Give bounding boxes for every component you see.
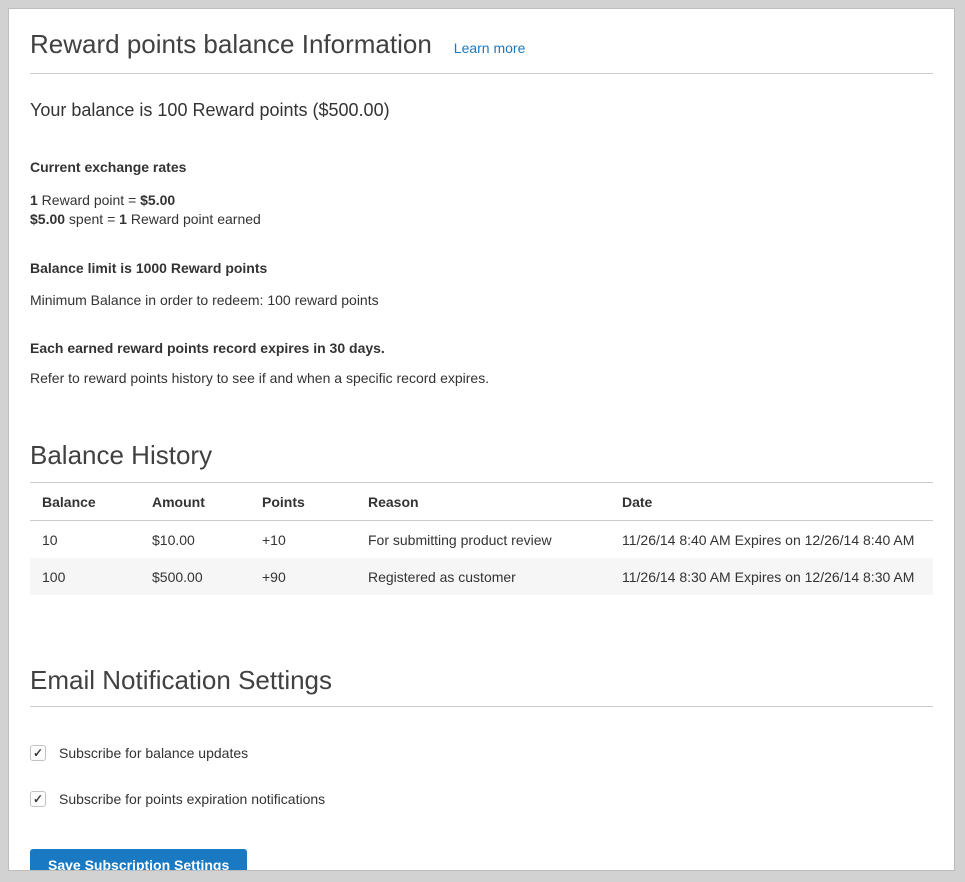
table-header-row: Balance Amount Points Reason Date — [30, 483, 933, 521]
subscribe-expiration-label: Subscribe for points expiration notifica… — [59, 791, 325, 807]
reward-info-card: Reward points balance Information Learn … — [8, 8, 955, 871]
cell-amount: $500.00 — [140, 558, 250, 595]
page-header: Reward points balance Information Learn … — [30, 9, 933, 74]
balance-history-table: Balance Amount Points Reason Date 10 $10… — [30, 482, 933, 595]
balance-history-title: Balance History — [30, 440, 933, 471]
rate2-suffix: Reward point earned — [127, 211, 261, 227]
cell-points: +10 — [250, 521, 356, 559]
cell-points: +90 — [250, 558, 356, 595]
table-row: 10 $10.00 +10 For submitting product rev… — [30, 521, 933, 559]
expiration-note-text: Refer to reward points history to see if… — [30, 370, 933, 386]
cell-balance: 10 — [30, 521, 140, 559]
exchange-rate-line-2: $5.00 spent = 1 Reward point earned — [30, 210, 933, 229]
column-header-amount: Amount — [140, 483, 250, 521]
table-row: 100 $500.00 +90 Registered as customer 1… — [30, 558, 933, 595]
cell-reason: Registered as customer — [356, 558, 610, 595]
checkmark-icon: ✓ — [33, 793, 43, 805]
email-settings-header: Email Notification Settings — [30, 665, 933, 707]
save-subscription-settings-button[interactable]: Save Subscription Settings — [30, 849, 247, 871]
cell-reason: For submitting product review — [356, 521, 610, 559]
checkbox-checked-icon[interactable]: ✓ — [30, 745, 46, 761]
rate1-text: Reward point = — [38, 192, 140, 208]
column-header-reason: Reason — [356, 483, 610, 521]
exchange-rate-lines: 1 Reward point = $5.00 $5.00 spent = 1 R… — [30, 191, 933, 229]
column-header-balance: Balance — [30, 483, 140, 521]
column-header-points: Points — [250, 483, 356, 521]
subscribe-balance-label: Subscribe for balance updates — [59, 745, 248, 761]
balance-limit-text: Balance limit is 1000 Reward points — [30, 260, 933, 276]
cell-balance: 100 — [30, 558, 140, 595]
cell-date: 11/26/14 8:40 AM Expires on 12/26/14 8:4… — [610, 521, 933, 559]
min-balance-text: Minimum Balance in order to redeem: 100 … — [30, 292, 933, 308]
subscribe-balance-option[interactable]: ✓ Subscribe for balance updates — [30, 745, 933, 761]
rate1-points: 1 — [30, 192, 38, 208]
cell-amount: $10.00 — [140, 521, 250, 559]
rate1-value: $5.00 — [140, 192, 175, 208]
exchange-rate-line-1: 1 Reward point = $5.00 — [30, 191, 933, 210]
checkmark-icon: ✓ — [33, 747, 43, 759]
page-title: Reward points balance Information — [30, 29, 432, 60]
expiration-rule-text: Each earned reward points record expires… — [30, 340, 933, 356]
email-settings-title: Email Notification Settings — [30, 665, 933, 696]
subscribe-expiration-option[interactable]: ✓ Subscribe for points expiration notifi… — [30, 791, 933, 807]
learn-more-link[interactable]: Learn more — [454, 40, 526, 56]
balance-summary: Your balance is 100 Reward points ($500.… — [30, 100, 933, 121]
checkbox-checked-icon[interactable]: ✓ — [30, 791, 46, 807]
cell-date: 11/26/14 8:30 AM Expires on 12/26/14 8:3… — [610, 558, 933, 595]
exchange-rates-heading: Current exchange rates — [30, 159, 933, 175]
rate2-points: 1 — [119, 211, 127, 227]
column-header-date: Date — [610, 483, 933, 521]
rate2-text: spent = — [65, 211, 119, 227]
rate2-value: $5.00 — [30, 211, 65, 227]
